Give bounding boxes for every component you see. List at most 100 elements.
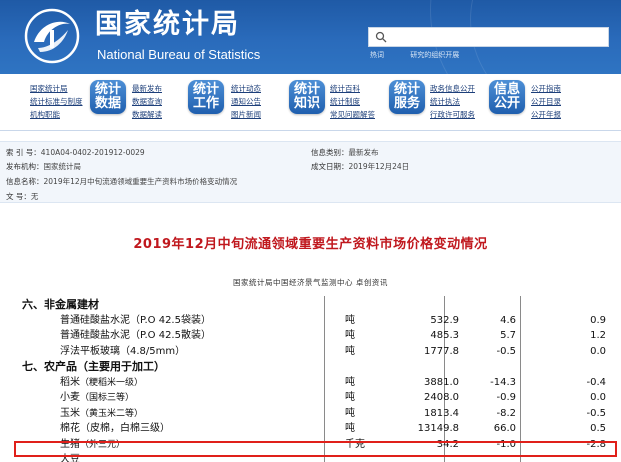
cell-change-pct: -0.5 xyxy=(586,407,606,419)
info-value: 最新发布 xyxy=(348,148,379,157)
nav-link[interactable]: 数据解读 xyxy=(132,108,162,121)
nav-button-line: 统计 xyxy=(293,82,320,97)
nav-link[interactable]: 统计执法 xyxy=(430,95,475,108)
nav-link[interactable]: 行政许可服务 xyxy=(430,108,475,121)
highlight-box xyxy=(14,441,617,457)
info-label: 索 引 号： xyxy=(6,148,41,157)
cell-product-name: 浮法平板玻璃（4.8/5mm） xyxy=(60,345,186,357)
nav-button-knowledge[interactable]: 统计 知识 xyxy=(289,80,325,114)
cell-product-name: 普通硅酸盐水泥（P.O 42.5散装） xyxy=(60,330,211,341)
cell-change-pct: 0.5 xyxy=(590,423,606,434)
cell-change-pct: 0.9 xyxy=(590,314,606,326)
cell-product-spec: （黄玉米二等） xyxy=(80,408,144,419)
nav-link[interactable]: 政务信息公开 xyxy=(430,82,475,95)
info-category-row: 信息类别：最新发布 xyxy=(311,147,379,158)
cell-price: 1813.4 xyxy=(424,407,459,419)
nav-button-disclosure[interactable]: 信息 公开 xyxy=(489,80,525,114)
table-row: 普通硅酸盐水泥（P.O 42.5袋装） 吨 532.9 4.6 0.9 xyxy=(20,313,621,328)
hot-words: 热词 研究的组织开展 xyxy=(370,50,467,60)
info-publisher-row: 发布机构：国家统计局 xyxy=(6,161,81,172)
cell-change: -0.9 xyxy=(496,392,516,403)
cell-change-pct: 1.2 xyxy=(590,330,606,341)
table-row: 玉米（黄玉米二等） 吨 1813.4 -8.2 -0.5 xyxy=(20,406,621,421)
nav-button-line: 服务 xyxy=(393,96,420,111)
info-value: 410A04-0402-201912-0029 xyxy=(40,148,145,157)
nav-column: 公开指南 公开目录 公开年报 xyxy=(531,82,561,121)
cell-product-name: 小麦（国标三等） xyxy=(60,392,135,403)
cell-change: -14.3 xyxy=(490,376,516,388)
search-icon xyxy=(375,31,387,43)
cell-change-pct: 0.0 xyxy=(590,345,606,357)
cell-product-name: 棉花（皮棉，白棉三级） xyxy=(60,423,170,434)
site-title-en[interactable]: National Bureau of Statistics xyxy=(97,47,260,63)
nav-link[interactable]: 国家统计局 xyxy=(30,82,83,95)
cell-price: 532.9 xyxy=(430,314,459,326)
cell-unit: 吨 xyxy=(345,345,355,357)
site-header: 国家统计局 National Bureau of Statistics 热词 研… xyxy=(0,0,621,74)
cell-change-pct: 0.0 xyxy=(590,392,606,403)
nav-column: 政务信息公开 统计执法 行政许可服务 xyxy=(430,82,475,121)
nav-link[interactable]: 统计百科 xyxy=(330,82,375,95)
cell-change: -0.5 xyxy=(496,345,516,357)
nav-link[interactable]: 公开指南 xyxy=(531,82,561,95)
cell-unit: 吨 xyxy=(345,330,355,341)
nav-column: 统计动态 通知公告 图片新闻 xyxy=(231,82,261,121)
cell-unit: 吨 xyxy=(345,392,355,403)
nav-button-line: 统计 xyxy=(94,82,121,97)
info-label: 成文日期： xyxy=(311,162,349,171)
nav-button-data[interactable]: 统计 数据 xyxy=(90,80,126,114)
cell-price: 3881.0 xyxy=(424,376,459,388)
document-info-panel: 索 引 号：410A04-0402-201912-0029 发布机构：国家统计局… xyxy=(0,141,621,203)
cell-unit: 吨 xyxy=(345,423,355,434)
cell-price: 2408.0 xyxy=(424,392,459,403)
nav-button-line: 统计 xyxy=(393,82,420,97)
cell-change: 4.6 xyxy=(500,314,516,326)
hot-words-label: 热词 xyxy=(370,51,384,59)
table-row: 小麦（国标三等） 吨 2408.0 -0.9 0.0 xyxy=(20,390,621,405)
nav-link[interactable]: 图片新闻 xyxy=(231,108,261,121)
nav-link[interactable]: 公开年报 xyxy=(531,108,561,121)
nav-button-work[interactable]: 统计 工作 xyxy=(188,80,224,114)
info-docno-row: 文 号：无 xyxy=(6,191,38,202)
nav-link[interactable]: 机构职能 xyxy=(30,108,83,121)
cell-product-name: 七、农产品（主要用于加工） xyxy=(22,360,165,373)
nav-link[interactable]: 公开目录 xyxy=(531,95,561,108)
nav-button-line: 工作 xyxy=(192,96,219,111)
cell-unit: 吨 xyxy=(345,314,355,326)
cell-product-spec: （粳稻米一级） xyxy=(80,377,144,388)
cell-price: 485.3 xyxy=(430,330,459,341)
article-source: 国家统计局中国经济景气监测中心 卓创资讯 xyxy=(233,278,388,287)
nav-link[interactable]: 通知公告 xyxy=(231,95,261,108)
nav-link[interactable]: 常见问题解答 xyxy=(330,108,375,121)
cell-product-name: 普通硅酸盐水泥（P.O 42.5袋装） xyxy=(60,314,211,326)
site-title-cn[interactable]: 国家统计局 xyxy=(95,8,240,42)
hot-word-link[interactable]: 研究的组织开展 xyxy=(410,51,459,59)
cell-change: 5.7 xyxy=(500,330,516,341)
nav-link[interactable]: 统计标准与制度 xyxy=(30,95,83,108)
nbs-logo-icon[interactable] xyxy=(24,8,80,64)
cell-change: -8.2 xyxy=(496,407,516,419)
nav-column: 统计百科 统计制度 常见问题解答 xyxy=(330,82,375,121)
cell-unit: 吨 xyxy=(345,376,355,388)
search-input[interactable] xyxy=(391,28,531,46)
cell-product-name: 稻米（粳稻米一级） xyxy=(60,376,144,388)
nav-link[interactable]: 统计制度 xyxy=(330,95,375,108)
nav-button-service[interactable]: 统计 服务 xyxy=(389,80,425,114)
table-row: 棉花（皮棉，白棉三级） 吨 13149.8 66.0 0.5 xyxy=(20,421,621,436)
nav-column: 国家统计局 统计标准与制度 机构职能 xyxy=(30,82,83,121)
table-row: 浮法平板玻璃（4.8/5mm） 吨 1777.8 -0.5 0.0 xyxy=(20,344,621,359)
nav-column: 最新发布 数据查询 数据解读 xyxy=(132,82,162,121)
nav-link[interactable]: 数据查询 xyxy=(132,95,162,108)
nav-link[interactable]: 统计动态 xyxy=(231,82,261,95)
cell-price: 13149.8 xyxy=(417,423,459,434)
info-date-row: 成文日期：2019年12月24日 xyxy=(311,161,409,172)
table-category-row: 六、非金属建材 xyxy=(20,297,621,312)
info-value: 国家统计局 xyxy=(43,162,82,171)
cell-product-name: 六、非金属建材 xyxy=(22,298,99,311)
info-value: 无 xyxy=(30,192,39,201)
nav-button-line: 数据 xyxy=(94,96,121,111)
cell-product-name: 玉米（黄玉米二等） xyxy=(60,407,144,419)
nav-link[interactable]: 最新发布 xyxy=(132,82,162,95)
info-label: 信息名称： xyxy=(6,177,44,186)
cell-product-spec: （国标三等） xyxy=(80,393,135,403)
